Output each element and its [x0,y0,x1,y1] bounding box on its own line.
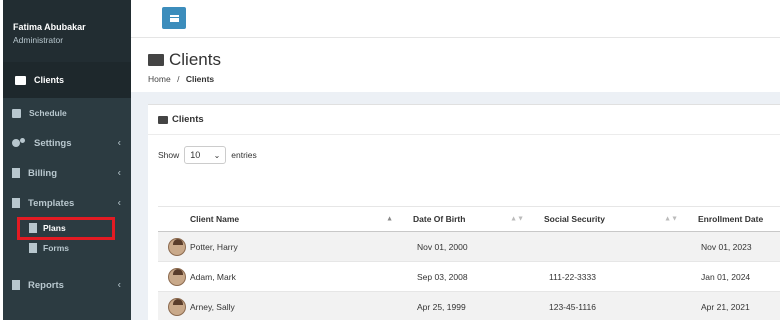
column-header-label: Client Name [190,214,240,224]
client-name-cell[interactable]: Potter, Harry [186,231,403,262]
entries-length-control: Show 10 ⌄ entries [158,146,257,164]
avatar [168,237,186,256]
sidebar-item-clients[interactable]: Clients [3,62,131,98]
clients-table: Client Name ▲ Date Of Birth ▲▼ Social Se… [158,206,780,320]
sidebar-item-label: Billing [28,167,58,179]
id-card-icon [148,54,164,66]
box-header: Clients [148,105,780,135]
table-header-row: Client Name ▲ Date Of Birth ▲▼ Social Se… [158,206,780,232]
sidebar-item-label: Clients [34,75,65,85]
sidebar-item-settings[interactable]: Settings ‹ [3,128,131,158]
sidebar-item-label: Reports [28,279,64,291]
avatar [168,267,186,286]
chevron-left-icon: ‹ [117,137,121,149]
avatar-cell [158,261,186,292]
sidebar-item-label: Settings [34,137,72,149]
id-card-icon [15,75,26,85]
table-row[interactable]: Adam, Mark Sep 03, 2008 111-22-3333 Jan … [158,261,780,292]
column-header-client-name[interactable]: Client Name ▲ [186,206,403,232]
table-row[interactable]: Potter, Harry Nov 01, 2000 Nov 01, 2023 [158,231,780,262]
page-title: Clients [148,50,221,70]
dob-cell: Apr 25, 1999 [403,291,534,320]
gears-icon [12,138,26,148]
chevron-down-icon: ⌄ [213,150,221,160]
sort-both-icon: ▲▼ [664,215,678,223]
sort-both-icon: ▲▼ [510,215,524,223]
client-name-cell[interactable]: Adam, Mark [186,261,403,292]
sort-asc-icon: ▲ [386,215,393,223]
breadcrumb: Home / Clients [148,74,214,84]
calendar-icon [12,108,21,118]
show-label: Show [158,150,180,160]
user-panel: Fatima Abubakar Administrator [3,0,131,62]
sidebar-item-forms[interactable]: Forms [3,238,131,258]
sidebar-item-templates[interactable]: Templates ‹ [3,188,131,218]
file-icon [12,280,20,290]
file-icon [29,243,37,253]
content-header: Clients Home / Clients [131,38,780,92]
avatar-column-header [158,206,186,232]
user-name: Fatima Abubakar [13,22,86,32]
avatar-cell [158,291,186,320]
sidebar-item-schedule[interactable]: Schedule [3,98,131,128]
sidebar: Fatima Abubakar Administrator Clients Sc… [3,0,131,320]
id-card-icon [158,115,168,124]
entries-value: 10 [190,150,201,160]
sidebar-item-label: Schedule [29,108,67,118]
column-header-label: Enrollment Date [698,214,764,224]
top-navbar [131,0,780,38]
sidebar-toggle-button[interactable] [162,7,186,29]
avatar-cell [158,231,186,262]
enrollment-cell: Jan 01, 2024 [688,261,780,292]
breadcrumb-separator: / [177,74,180,84]
entries-label: entries [231,150,257,160]
plans-highlight-box [17,217,115,240]
hamburger-icon [169,14,179,22]
enrollment-cell: Apr 21, 2021 [688,291,780,320]
enrollment-cell: Nov 01, 2023 [688,231,780,262]
clients-box: Clients Show 10 ⌄ entries Client Name ▲ … [148,104,780,320]
column-header-label: Social Security [544,214,605,224]
chevron-left-icon: ‹ [117,167,121,179]
dob-cell: Sep 03, 2008 [403,261,534,292]
sidebar-item-billing[interactable]: Billing ‹ [3,158,131,188]
dob-cell: Nov 01, 2000 [403,231,534,262]
sidebar-item-label: Templates [28,197,75,209]
client-name-cell[interactable]: Arney, Sally [186,291,403,320]
ssn-cell [534,231,688,262]
entries-select[interactable]: 10 ⌄ [184,146,227,164]
ssn-cell: 123-45-1116 [534,291,688,320]
column-header-enrollment-date[interactable]: Enrollment Date [688,206,780,232]
sidebar-item-reports[interactable]: Reports ‹ [3,270,131,300]
box-title: Clients [172,114,204,125]
column-header-label: Date Of Birth [413,214,466,224]
file-icon [12,168,20,178]
user-role: Administrator [13,35,64,45]
breadcrumb-home[interactable]: Home [148,74,171,84]
chevron-left-icon: ‹ [117,197,121,209]
ssn-cell: 111-22-3333 [534,261,688,292]
file-icon [12,198,20,208]
table-row[interactable]: Arney, Sally Apr 25, 1999 123-45-1116 Ap… [158,291,780,320]
breadcrumb-current: Clients [185,74,215,84]
column-header-date-of-birth[interactable]: Date Of Birth ▲▼ [403,206,534,232]
chevron-left-icon: ‹ [117,279,121,291]
page-title-text: Clients [169,50,221,69]
sidebar-item-label: Forms [43,243,69,253]
column-header-social-security[interactable]: Social Security ▲▼ [534,206,688,232]
avatar [168,297,186,316]
